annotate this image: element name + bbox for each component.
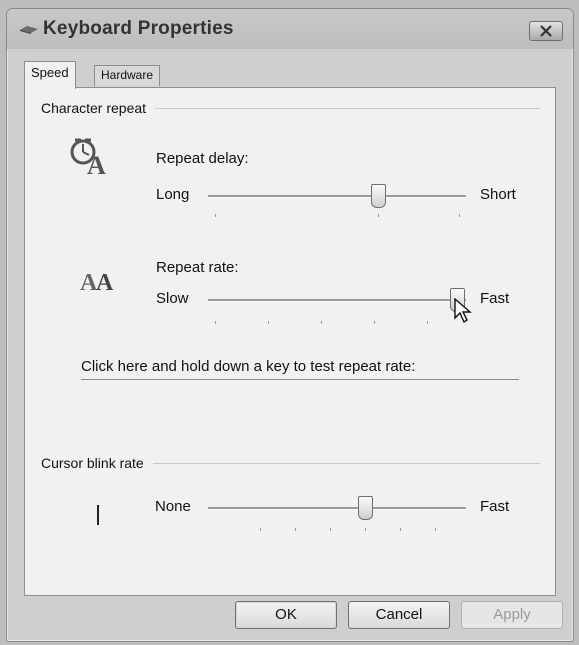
slider-track [208, 195, 466, 198]
character-repeat-group-label: Character repeat [41, 100, 147, 116]
text-cursor-icon [97, 505, 99, 525]
repeat-rate-slow-label: Slow [156, 290, 189, 307]
slider-tick [374, 321, 375, 324]
cancel-button[interactable]: Cancel [348, 601, 450, 629]
slider-tick [260, 528, 261, 531]
repeat-delay-icon: A [70, 138, 106, 176]
slider-tick [400, 528, 401, 531]
slider-tick [427, 321, 428, 324]
slider-tick [215, 214, 216, 217]
cursor-blink-fast-label: Fast [480, 498, 510, 515]
title-bar[interactable]: Keyboard Properties [7, 9, 573, 49]
cursor-blink-none-label: None [155, 498, 191, 515]
tab-hardware[interactable]: Hardware [94, 65, 161, 86]
slider-tick [295, 528, 296, 531]
repeat-delay-short-label: Short [480, 186, 516, 203]
group-divider [155, 108, 540, 109]
test-repeat-rate-field[interactable] [81, 379, 519, 380]
repeat-delay-long-label: Long [156, 186, 190, 203]
slider-tick [268, 321, 269, 324]
svg-text:A: A [87, 151, 106, 176]
slider-track [208, 299, 466, 302]
svg-text:A: A [96, 270, 114, 294]
window-title: Keyboard Properties [43, 18, 234, 39]
slider-tick [459, 214, 460, 217]
test-repeat-rate-label: Click here and hold down a key to test r… [81, 358, 416, 375]
keyboard-properties-dialog: Keyboard Properties Speed Hardware Chara… [6, 8, 574, 642]
slider-tick [435, 528, 436, 531]
apply-button[interactable]: Apply [461, 601, 563, 629]
repeat-rate-label: Repeat rate: [156, 259, 239, 276]
keyboard-icon [20, 26, 38, 34]
repeat-rate-fast-label: Fast [480, 290, 510, 307]
group-divider [153, 463, 540, 464]
slider-tick [365, 528, 366, 531]
slider-thumb[interactable] [358, 496, 373, 520]
slider-tick [321, 321, 322, 324]
slider-tick [215, 321, 216, 324]
repeat-delay-label: Repeat delay: [156, 150, 249, 167]
close-button[interactable] [529, 21, 563, 41]
slider-tick [378, 214, 379, 217]
repeat-rate-icon: A A [80, 270, 114, 294]
slider-track [208, 507, 466, 510]
tab-speed[interactable]: Speed [24, 61, 76, 89]
mouse-pointer-icon [454, 298, 472, 324]
cursor-blink-group-label: Cursor blink rate [41, 455, 144, 471]
speed-panel: Character repeat A Repeat delay: Long Sh… [24, 87, 556, 596]
slider-tick [330, 528, 331, 531]
close-icon [540, 25, 552, 37]
slider-thumb[interactable] [371, 184, 386, 208]
ok-button[interactable]: OK [235, 601, 337, 629]
